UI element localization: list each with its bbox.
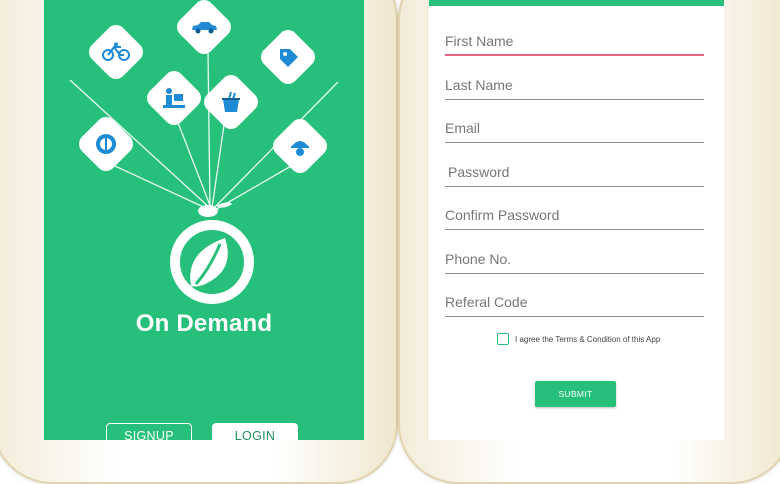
- car-icon: [192, 22, 217, 34]
- on-demand-logo: [170, 202, 254, 304]
- submit-button[interactable]: SUBMIT: [535, 381, 616, 407]
- terms-agreement: I agree the Terms & Condition of this Ap…: [497, 333, 660, 345]
- field-underline: [445, 229, 704, 230]
- signup-button[interactable]: SIGNUP: [106, 423, 192, 440]
- welcome-screen: On Demand SIGNUP LOGIN: [44, 0, 364, 440]
- field-underline: [445, 99, 704, 100]
- confirm-password-field[interactable]: Confirm Password: [445, 200, 704, 230]
- price-tag-icon: [280, 49, 298, 67]
- bicycle-icon: [102, 42, 130, 61]
- login-button[interactable]: LOGIN: [212, 423, 298, 440]
- app-bar: [429, 0, 724, 6]
- phone-label: Phone No.: [445, 251, 512, 267]
- field-underline: [445, 142, 704, 143]
- last-name-field[interactable]: Last Name: [445, 70, 704, 100]
- ice-bucket-icon: [222, 91, 240, 112]
- password-field[interactable]: Password: [445, 157, 704, 187]
- email-label: Email: [445, 120, 481, 136]
- signup-form-screen: First Name Last Name Email Password Conf…: [429, 0, 724, 440]
- terms-checkbox[interactable]: [497, 333, 509, 345]
- brand-name: On Demand: [135, 310, 273, 337]
- field-underline: [445, 186, 704, 187]
- delivery-icon: [163, 88, 185, 108]
- referal-code-label: Referal Code: [445, 294, 528, 310]
- phone-field[interactable]: Phone No.: [445, 244, 704, 274]
- field-underline: [445, 273, 704, 274]
- first-name-label: First Name: [445, 33, 514, 49]
- field-underline: [445, 316, 704, 317]
- butler-icon: [291, 141, 309, 156]
- confirm-password-label: Confirm Password: [445, 207, 560, 223]
- first-name-field[interactable]: First Name: [445, 26, 704, 56]
- field-underline: [445, 54, 704, 56]
- connector-lines: [69, 51, 339, 304]
- password-label: Password: [448, 164, 510, 180]
- terms-text: I agree the Terms & Condition of this Ap…: [515, 334, 661, 344]
- email-field[interactable]: Email: [445, 113, 704, 143]
- food-plate-icon: [96, 134, 116, 154]
- last-name-label: Last Name: [445, 77, 513, 93]
- referal-code-field[interactable]: Referal Code: [445, 287, 704, 317]
